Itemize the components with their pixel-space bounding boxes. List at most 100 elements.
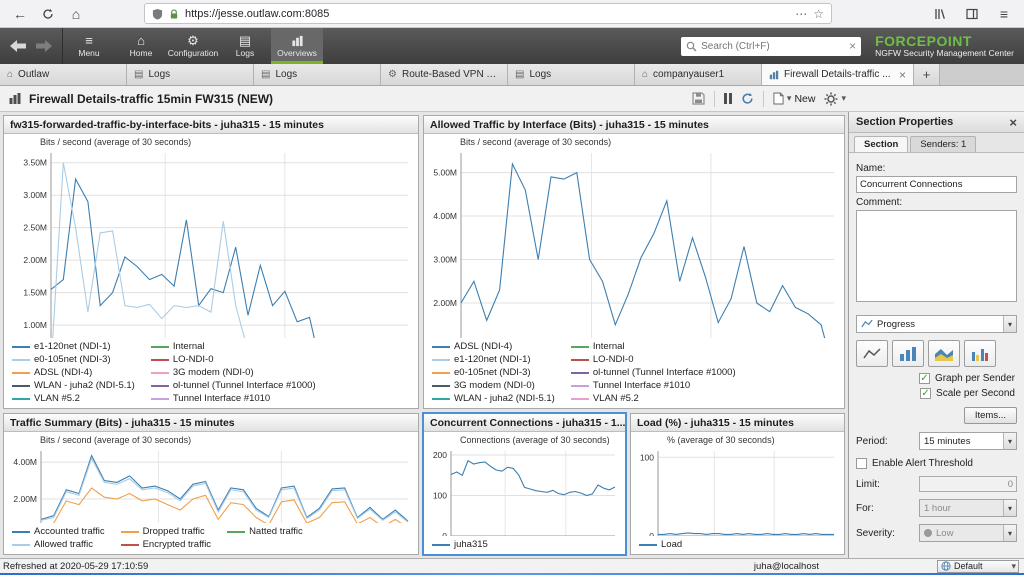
search-icon	[686, 41, 697, 51]
nav-label: Home	[129, 48, 153, 58]
bookmark-star-icon[interactable]: ☆	[813, 7, 824, 21]
nav-home[interactable]: ⌂ Home	[115, 28, 167, 64]
legend-label: Internal	[172, 341, 205, 352]
name-field[interactable]	[856, 176, 1017, 193]
chart-legend: ADSL (NDI-4) e1-120net (NDI-1) e0-105net (…	[424, 338, 844, 408]
page-actions-icon[interactable]: ⋯	[795, 7, 807, 21]
chart-panel-concurrent-connections[interactable]: Concurrent Connections - juha315 - 1... …	[422, 412, 627, 556]
tab-logs-2[interactable]: ▤ Logs	[254, 64, 381, 85]
global-search[interactable]: ×	[681, 36, 862, 56]
chart-panel-allowed-traffic[interactable]: Allowed Traffic by Interface (Bits) - ju…	[423, 115, 845, 409]
logs-icon: ▤	[134, 69, 144, 80]
checkbox-checked-icon[interactable]: ✓	[918, 373, 930, 384]
tab-companyauser1[interactable]: ⌂ companyauser1	[635, 64, 762, 85]
chart-type-grouped-bar-button[interactable]	[964, 340, 996, 367]
items-button[interactable]: Items...	[963, 407, 1017, 424]
search-clear-icon[interactable]: ×	[849, 39, 856, 53]
panel-title[interactable]: Concurrent Connections - juha315 - 1...	[424, 414, 625, 432]
close-icon[interactable]: ×	[1009, 115, 1017, 130]
legend-swatch	[150, 371, 169, 374]
legend-item: Load	[639, 538, 682, 551]
history-back-icon[interactable]	[8, 38, 28, 54]
new-button[interactable]: ▾ New	[773, 92, 815, 105]
tab-outlaw[interactable]: ⌂ Outlaw	[0, 64, 127, 85]
refresh-icon	[742, 93, 753, 104]
url-bar[interactable]: https://jesse.outlaw.com:8085 ⋯ ☆	[144, 3, 832, 24]
save-button[interactable]	[692, 92, 705, 105]
legend-label: VLAN #5.2	[592, 393, 639, 404]
browser-home-button[interactable]: ⌂	[64, 3, 88, 25]
svg-text:100: 100	[640, 452, 654, 462]
legend-swatch	[432, 543, 450, 546]
library-icon[interactable]	[928, 3, 952, 25]
legend-swatch	[120, 530, 139, 533]
for-select[interactable]: 1 hour ▾	[919, 499, 1017, 517]
panel-title[interactable]: fw315-forwarded-traffic-by-interface-bit…	[4, 116, 418, 134]
severity-dot-icon	[924, 529, 932, 537]
enable-alert-threshold-row[interactable]: Enable Alert Threshold	[856, 458, 1017, 469]
browser-reload-button[interactable]	[36, 3, 60, 25]
nav-overviews[interactable]: Overviews	[271, 28, 323, 64]
legend-item: LO-NDI-0	[150, 353, 316, 366]
chart-panel-forwarded-traffic[interactable]: fw315-forwarded-traffic-by-interface-bit…	[3, 115, 419, 409]
chart-panel-load[interactable]: Load (%) - juha315 - 15 minutes % (avera…	[630, 413, 845, 555]
tab-close-icon[interactable]: ×	[899, 68, 906, 82]
hamburger-icon: ≡	[999, 5, 1009, 22]
legend-swatch	[150, 345, 169, 348]
lock-icon	[170, 8, 178, 19]
checkbox-unchecked-icon[interactable]	[856, 458, 867, 469]
tab-logs-1[interactable]: ▤ Logs	[127, 64, 254, 85]
browser-back-button[interactable]: ←	[8, 3, 32, 25]
display-profile-select[interactable]: Default ▾	[937, 559, 1019, 573]
legend-label: Accounted traffic	[34, 526, 105, 537]
panel-title[interactable]: Allowed Traffic by Interface (Bits) - ju…	[424, 116, 844, 134]
y-axis-label: % (average of 30 seconds)	[667, 435, 775, 445]
legend-swatch	[570, 358, 589, 361]
legend-label: ADSL (NDI-4)	[454, 341, 513, 352]
comment-field[interactable]	[856, 210, 1017, 302]
nav-logs[interactable]: ▤ Logs	[219, 28, 271, 64]
legend-item: e0-105net (NDI-3)	[12, 353, 135, 366]
legend-item: e0-105net (NDI-3)	[432, 366, 555, 379]
menu-button[interactable]: ≡ Menu	[63, 28, 115, 64]
legend-label: VLAN #5.2	[34, 393, 80, 404]
for-value: 1 hour	[924, 502, 951, 514]
section-type-select[interactable]: Progress ▾	[856, 315, 1017, 333]
legend-swatch	[12, 358, 30, 361]
legend-item: e1-120net (NDI-1)	[12, 340, 135, 353]
history-forward-icon[interactable]	[34, 38, 54, 54]
checkbox-checked-icon[interactable]: ✓	[920, 388, 932, 399]
tools-button[interactable]: ▾	[824, 92, 846, 106]
configuration-gear-icon: ⚙	[187, 33, 199, 48]
chart-panel-traffic-summary[interactable]: Traffic Summary (Bits) - juha315 - 15 mi…	[3, 413, 419, 555]
refresh-button[interactable]	[741, 92, 754, 105]
severity-select[interactable]: Low ▾	[919, 524, 1017, 542]
for-label: For:	[856, 502, 874, 514]
nav-configuration[interactable]: ⚙ Configuration	[167, 28, 219, 64]
panel-title[interactable]: Traffic Summary (Bits) - juha315 - 15 mi…	[4, 414, 418, 432]
tab-section[interactable]: Section	[854, 136, 909, 152]
panel-title[interactable]: Load (%) - juha315 - 15 minutes	[631, 414, 844, 432]
new-tab-button[interactable]: +	[914, 64, 940, 85]
chart-type-bar-button[interactable]	[892, 340, 924, 367]
sidebars-icon[interactable]	[960, 3, 984, 25]
browser-menu-icon[interactable]: ≡	[992, 3, 1016, 25]
legend-item: ol-tunnel (Tunnel Interface #1000)	[150, 379, 316, 392]
period-value: 15 minutes	[924, 435, 971, 447]
scale-per-second-row[interactable]: ✓ Scale per Second	[858, 388, 1015, 399]
tab-logs-3[interactable]: ▤ Logs	[508, 64, 635, 85]
url-text[interactable]: https://jesse.outlaw.com:8085	[185, 8, 789, 20]
tab-senders[interactable]: Senders: 1	[910, 136, 977, 152]
chart-type-area-button[interactable]	[928, 340, 960, 367]
svg-text:4.00M: 4.00M	[433, 211, 457, 221]
graph-per-sender-row[interactable]: ✓ Graph per Sender	[858, 373, 1015, 384]
tab-firewall-details[interactable]: Firewall Details-traffic ... ×	[762, 64, 914, 85]
period-select[interactable]: 15 minutes ▾	[919, 432, 1017, 450]
search-input[interactable]	[701, 40, 846, 52]
tab-vpn-tunnels[interactable]: ⚙ Route-Based VPN Tunnels	[381, 64, 508, 85]
limit-field[interactable]	[919, 476, 1017, 492]
pause-refresh-button[interactable]	[723, 93, 732, 104]
chart-type-line-button[interactable]	[856, 340, 888, 367]
legend-label: juha315	[454, 539, 488, 550]
legend-item: ADSL (NDI-4)	[12, 366, 135, 379]
